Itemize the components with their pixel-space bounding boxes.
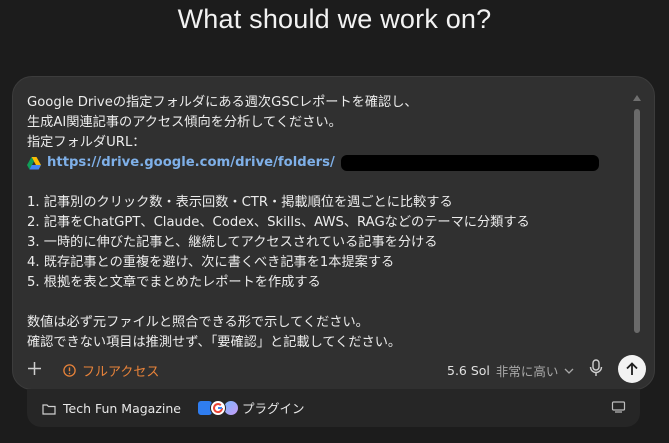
arrow-up-icon: [626, 362, 638, 375]
plugins-label: プラグイン: [242, 401, 305, 416]
access-mode-button[interactable]: フルアクセス: [63, 361, 159, 380]
prompt-line: 生成AI関連記事のアクセス傾向を分析してください。: [27, 115, 342, 130]
prompt-scrollbar[interactable]: [633, 95, 641, 365]
task-item: 2. 記事をChatGPT、Claude、Codex、Skills、AWS、RA…: [27, 215, 530, 230]
prompt-line: 数値は必ず元ファイルと照合できる形で示してください。: [27, 315, 369, 330]
microphone-icon[interactable]: [589, 359, 603, 377]
effort-level: 非常に高い: [495, 364, 559, 379]
access-mode-label: フルアクセス: [82, 365, 160, 380]
plugin-icons: [197, 399, 239, 416]
context-bar: Tech Fun Magazine プラグイン: [27, 389, 640, 427]
task-item: 1. 記事別のクリック数・表示回数・CTR・掲載順位を週ごとに比較する: [27, 195, 453, 210]
google-icon: [210, 399, 226, 416]
scroll-up-arrow-icon[interactable]: [633, 95, 641, 101]
prompt-line: Google Driveの指定フォルダにある週次GSCレポートを確認し、: [27, 95, 418, 110]
warning-circle-icon: [63, 364, 76, 377]
scrollbar-thumb[interactable]: [634, 109, 640, 333]
drive-link-line: https://drive.google.com/drive/folders/: [27, 153, 623, 173]
plus-icon: [28, 362, 41, 375]
task-item: 3. 一時的に伸びた記事と、継続してアクセスされている記事を分ける: [27, 235, 438, 250]
plugins-button[interactable]: プラグイン: [197, 398, 305, 417]
add-attachment-button[interactable]: [28, 358, 41, 378]
send-button[interactable]: [618, 355, 646, 383]
redacted-folder-id: [340, 155, 599, 171]
drive-folder-link[interactable]: https://drive.google.com/drive/folders/: [47, 153, 335, 173]
model-selector[interactable]: 5.6 Sol 非常に高い: [447, 361, 574, 380]
monitor-icon[interactable]: [611, 401, 626, 413]
task-item: 5. 根拠を表と文章でまとめたレポートを作成する: [27, 275, 321, 290]
chevron-down-icon: [564, 368, 574, 374]
page-title: What should we work on?: [177, 4, 492, 34]
prompt-input[interactable]: Google Driveの指定フォルダにある週次GSCレポートを確認し、 生成A…: [27, 93, 623, 353]
model-name: 5.6 Sol: [447, 363, 490, 378]
prompt-line: 確認できない項目は推測せず、「要確認」と記載してください。: [27, 335, 402, 350]
project-selector[interactable]: Tech Fun Magazine: [42, 401, 181, 416]
folder-icon: [42, 403, 56, 415]
composer-toolbar: フルアクセス 5.6 Sol 非常に高い: [13, 353, 654, 385]
prompt-line: 指定フォルダURL：: [27, 135, 146, 150]
google-drive-icon: [27, 156, 41, 169]
task-item: 4. 既存記事との重複を避け、次に書くべき記事を1本提案する: [27, 255, 395, 270]
prompt-composer[interactable]: Google Driveの指定フォルダにある週次GSCレポートを確認し、 生成A…: [12, 76, 655, 390]
project-name: Tech Fun Magazine: [63, 401, 181, 416]
